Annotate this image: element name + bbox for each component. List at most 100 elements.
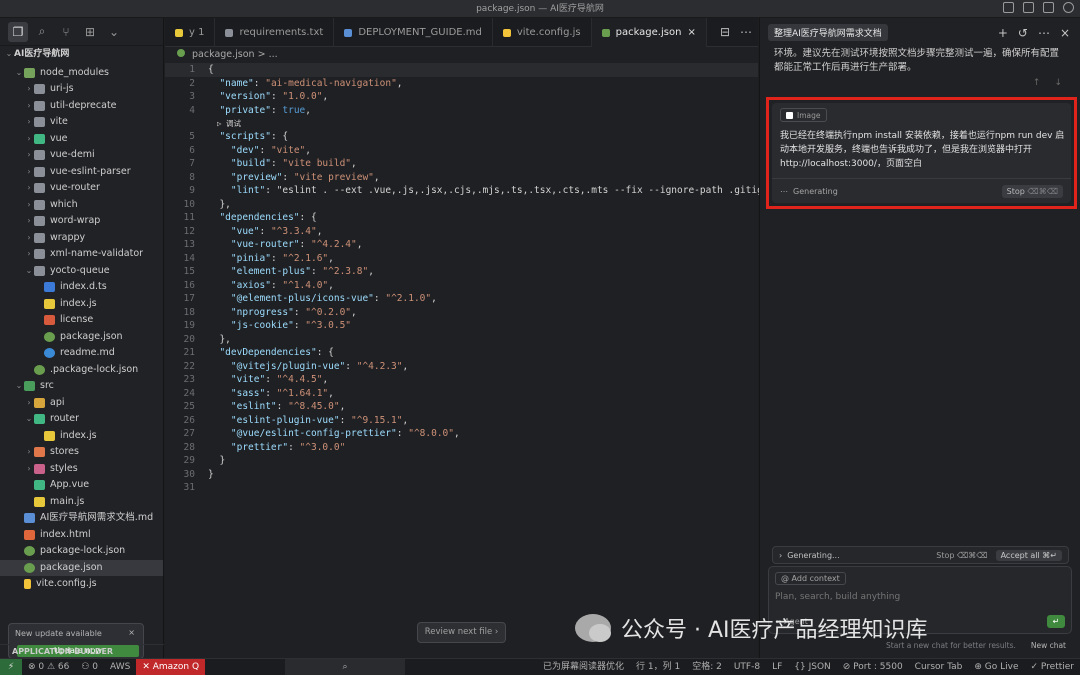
tree-item[interactable]: AI医疗导航网需求文档.md (0, 510, 163, 527)
accept-all-button[interactable]: Accept all ⌘↵ (995, 549, 1062, 561)
settings-gear-icon[interactable] (1063, 2, 1074, 13)
breadcrumb-file[interactable]: package.json (192, 49, 255, 60)
tree-item[interactable]: › util-deprecate (0, 98, 163, 115)
tree-item[interactable]: › uri-js (0, 81, 163, 98)
tab-label: package.json (615, 27, 682, 38)
editor-tab[interactable]: requirements.txt (215, 18, 335, 47)
tree-item[interactable]: › which (0, 197, 163, 214)
command-search-icon[interactable]: ⌕ (285, 658, 406, 675)
aws-indicator[interactable]: AWS (104, 659, 136, 675)
new-chat-link[interactable]: New chat (1031, 641, 1066, 650)
search-icon[interactable]: ⌕ (32, 22, 52, 42)
stop-generating-button[interactable]: Stop ⌫⌘⌫ (936, 551, 987, 560)
project-root[interactable]: ⌄ AI医疗导航网 (0, 46, 163, 63)
port-indicator[interactable]: ⊘ Port : 5500 (837, 659, 909, 675)
arrow-down-icon[interactable]: ↓ (1054, 78, 1062, 88)
toggle-panel-icon[interactable] (1023, 2, 1034, 13)
editor-tab[interactable]: DEPLOYMENT_GUIDE.md (334, 18, 493, 47)
chat-input[interactable] (775, 592, 1065, 602)
toggle-sidebar-icon[interactable] (1003, 2, 1014, 13)
tree-item[interactable]: › vue-demi (0, 147, 163, 164)
problems-indicator[interactable]: ⊗ 0 ⚠ 66 (22, 659, 75, 675)
explorer-icon[interactable]: ❐ (8, 21, 28, 42)
tree-item[interactable]: index.html (0, 527, 163, 544)
send-icon[interactable]: ↵ (1047, 615, 1065, 628)
go-live-button[interactable]: ⊕ Go Live (968, 659, 1024, 675)
toggle-secondary-sidebar-icon[interactable] (1043, 2, 1054, 13)
prettier-status[interactable]: ✓ Prettier (1024, 659, 1080, 675)
close-tab-icon[interactable]: × (687, 27, 695, 38)
chevron-right-icon[interactable]: › (779, 551, 782, 560)
tree-item[interactable]: App.vue (0, 477, 163, 494)
arrow-up-icon[interactable]: ↑ (1033, 78, 1041, 88)
tree-item[interactable]: package.json (0, 559, 163, 576)
code-editor[interactable]: 1{2 "name": "ai-medical-navigation", 3 "v… (165, 63, 786, 495)
tree-item[interactable]: › wrappy (0, 230, 163, 247)
tree-item[interactable]: ⌄ yocto-queue (0, 263, 163, 280)
amazon-q-indicator[interactable]: ✕ Amazon Q (136, 658, 206, 675)
cursor-tab-status[interactable]: Cursor Tab (909, 659, 969, 675)
tree-item[interactable]: main.js (0, 494, 163, 511)
history-icon[interactable]: ↺ (1018, 26, 1028, 40)
tree-item[interactable]: › api (0, 395, 163, 412)
tree-item[interactable]: › vue-eslint-parser (0, 164, 163, 181)
tree-item[interactable]: index.d.ts (0, 279, 163, 296)
image-attachment-chip[interactable]: Image (780, 108, 827, 122)
ports-indicator[interactable]: ⚇ 0 (75, 659, 104, 675)
language-mode[interactable]: {} JSON (788, 659, 837, 675)
extensions-icon[interactable]: ⊞ (80, 22, 100, 42)
encoding[interactable]: UTF-8 (728, 659, 766, 675)
tree-item[interactable]: › styles (0, 461, 163, 478)
tree-item[interactable]: › stores (0, 444, 163, 461)
more-actions-icon[interactable]: ⋯ (740, 25, 752, 39)
code-text: "element-plus": "^2.3.8", (230, 266, 374, 277)
chevron-right-icon: › (27, 133, 31, 143)
editor-tab[interactable]: vite.config.js (493, 18, 592, 47)
tree-item[interactable]: vite.config.js (0, 576, 163, 593)
tree-item[interactable]: ⌄ src (0, 378, 163, 395)
tree-item-label: .package-lock.json (50, 363, 139, 375)
codelens-debug[interactable]: ▷ 调试 (165, 117, 758, 130)
tree-item[interactable]: index.js (0, 296, 163, 313)
folder-icon (34, 216, 45, 227)
close-icon[interactable]: × (128, 628, 135, 637)
tree-item[interactable]: package.json (0, 329, 163, 346)
stop-button[interactable]: Stop ⌫⌘⌫ (1001, 184, 1063, 198)
add-context-button[interactable]: @ Add context (775, 572, 846, 585)
more-icon[interactable]: ⋯ (1038, 26, 1050, 40)
wechat-logo-icon (575, 614, 611, 642)
split-editor-icon[interactable]: ⊟ (720, 25, 730, 39)
tree-item[interactable]: license (0, 312, 163, 329)
editor-tab[interactable]: package.json × (591, 18, 707, 47)
remote-icon[interactable]: ⚡ (0, 658, 22, 675)
screen-reader-status[interactable]: 已为屏幕阅读器优化 (537, 659, 630, 675)
tree-item[interactable]: › vue-router (0, 180, 163, 197)
code-line: 19 "js-cookie": "^3.0.5" (165, 319, 758, 333)
source-control-icon[interactable]: ⑂ (56, 22, 76, 42)
review-next-file-button[interactable]: Review next file › (417, 622, 506, 643)
chat-title[interactable]: 整理AI医疗导航网需求文档 (768, 24, 888, 41)
tree-item[interactable]: ⌄ node_modules (0, 65, 163, 82)
tree-item[interactable]: › xml-name-validator (0, 246, 163, 263)
close-icon[interactable]: × (1060, 26, 1070, 40)
breadcrumb-rest[interactable]: ... (269, 49, 278, 60)
application-builder-section[interactable]: APPLICATION BUILDER (0, 644, 164, 658)
tree-item-label: package.json (40, 561, 103, 573)
folder-icon (34, 183, 45, 194)
chevron-down-icon[interactable]: ⌄ (104, 22, 124, 42)
tree-item[interactable]: › word-wrap (0, 213, 163, 230)
tree-item[interactable]: ⌄ router (0, 411, 163, 428)
tree-item[interactable]: .package-lock.json (0, 362, 163, 379)
tree-item[interactable]: readme.md (0, 345, 163, 362)
cursor-position[interactable]: 行 1，列 1 (630, 659, 686, 675)
tree-item[interactable]: › vite (0, 114, 163, 131)
tree-item[interactable]: index.js (0, 428, 163, 445)
indentation[interactable]: 空格: 2 (686, 659, 728, 675)
line-number (165, 117, 208, 130)
tree-item[interactable]: › vue (0, 131, 163, 148)
new-chat-icon[interactable]: + (998, 26, 1008, 40)
editor-tab[interactable]: y 1 (165, 18, 216, 47)
line-ending[interactable]: LF (766, 659, 788, 675)
tree-item[interactable]: package-lock.json (0, 543, 163, 560)
user-message-card[interactable]: Image 我已经在终端执行npm install 安装依赖，接着也运行npm … (772, 103, 1071, 203)
